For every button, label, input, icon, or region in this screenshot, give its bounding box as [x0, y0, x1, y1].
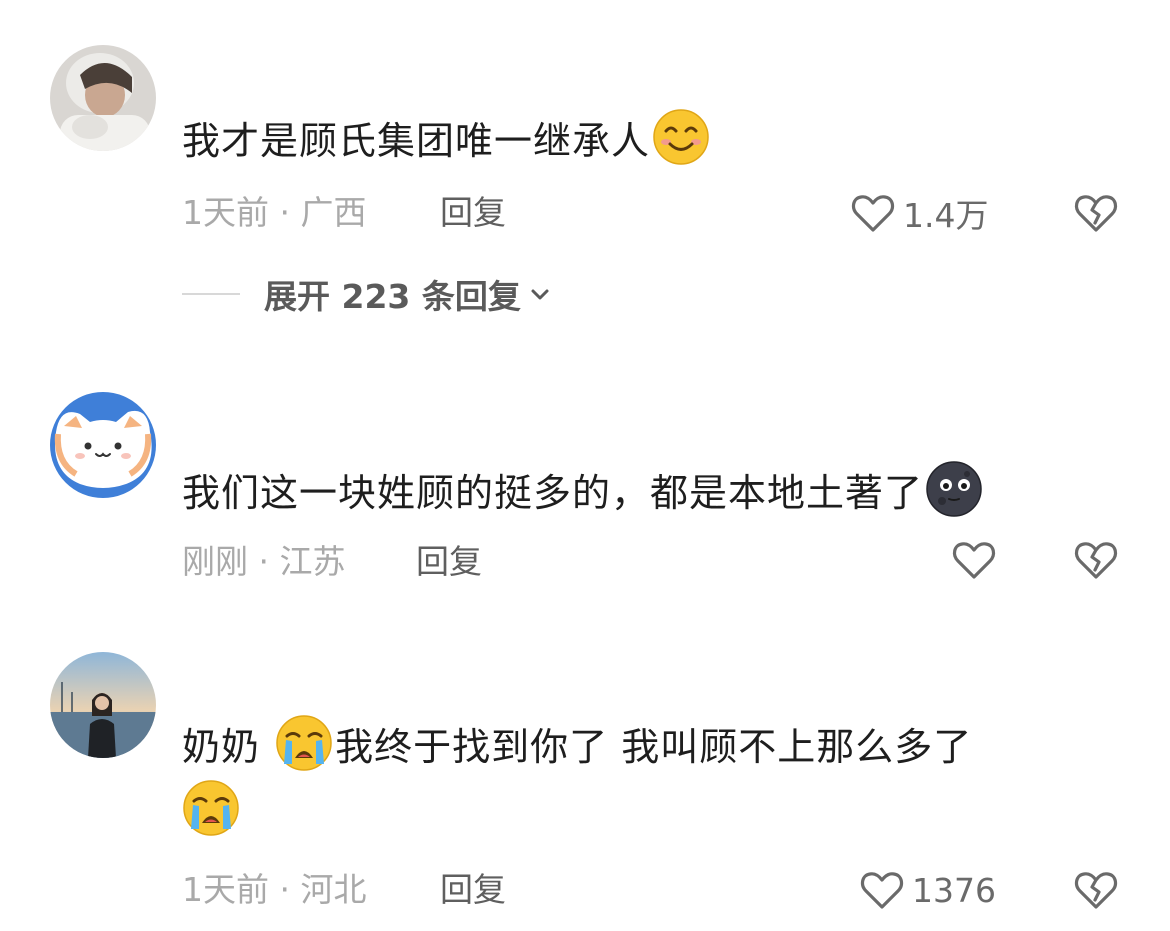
comment-time: 1天前 [182, 870, 269, 909]
broken-heart-icon [1072, 189, 1120, 237]
divider [182, 293, 240, 295]
heart-icon [858, 866, 906, 914]
comment-time: 刚刚 [182, 542, 248, 581]
avatar[interactable] [50, 392, 156, 498]
dark-moon-face-emoji-icon [925, 460, 983, 518]
comment-time: 1天前 [182, 193, 269, 232]
comment-text-body: 我终于找到你了 我叫顾不上那么多了 [335, 725, 973, 769]
comment-text-body: 我才是顾氏集团唯一继承人 [182, 119, 651, 163]
meta-separator: · [269, 870, 301, 909]
avatar[interactable] [50, 652, 156, 758]
comment-text-body: 我们这一块姓顾的挺多的，都是本地土著了 [182, 471, 924, 515]
heart-icon [849, 189, 897, 237]
comment-text: 我才是顾氏集团唯一继承人 [182, 108, 1110, 173]
comment-text-prefix: 奶奶 [182, 725, 261, 769]
comment-text: 奶奶 我终于找到你了 我叫顾不上那么多了 [182, 714, 1110, 844]
expand-replies-label: 展开 223 条回复 [264, 277, 521, 316]
comment-location: 广西 [300, 193, 367, 232]
smiling-face-emoji-icon [652, 108, 710, 166]
like-count: 1.4万 [903, 196, 989, 235]
reply-button[interactable]: 回复 [416, 540, 482, 584]
meta-separator: · [269, 193, 301, 232]
reply-button[interactable]: 回复 [440, 191, 506, 235]
like-button[interactable]: 1376 [858, 866, 996, 914]
crying-face-emoji-icon [275, 714, 333, 772]
comment-text: 我们这一块姓顾的挺多的，都是本地土著了 [182, 460, 1110, 525]
comment-meta: 刚刚 · 江苏 [182, 540, 345, 584]
dislike-button[interactable] [1072, 189, 1120, 237]
like-button[interactable] [950, 536, 1004, 584]
dislike-button[interactable] [1072, 866, 1120, 914]
like-count: 1376 [912, 870, 996, 910]
meta-separator: · [248, 542, 280, 581]
reply-button[interactable]: 回复 [440, 868, 506, 912]
crying-face-emoji-icon [182, 779, 240, 837]
comment-location: 江苏 [279, 542, 346, 581]
broken-heart-icon [1072, 866, 1120, 914]
comment-meta: 1天前 · 广西 [182, 191, 366, 235]
comment-location: 河北 [300, 870, 367, 909]
dislike-button[interactable] [1072, 536, 1120, 584]
comment-meta: 1天前 · 河北 [182, 868, 366, 912]
broken-heart-icon [1072, 536, 1120, 584]
heart-icon [950, 536, 998, 584]
avatar[interactable] [50, 45, 156, 151]
chevron-down-icon [529, 283, 551, 305]
expand-replies-button[interactable]: 展开 223 条回复 [182, 272, 551, 316]
like-button[interactable]: 1.4万 [849, 189, 988, 237]
